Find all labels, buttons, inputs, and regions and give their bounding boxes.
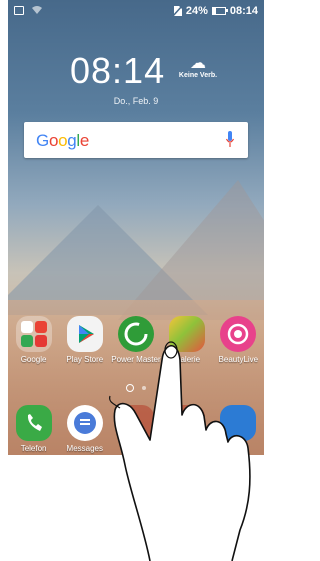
clock-widget-date: Do., Feb. 9 (113, 96, 159, 106)
app-phone[interactable]: Telefon (9, 405, 59, 453)
app-label: Telefon (20, 444, 47, 453)
messages-icon (66, 405, 103, 441)
app-label: Messages (66, 444, 104, 453)
weather-widget[interactable]: ☁ Keine Verb. (173, 55, 223, 80)
app-label: Play Store (66, 355, 104, 364)
google-logo: Google (36, 131, 90, 150)
weather-status: Keine Verb. (178, 72, 218, 79)
battery-percent: 24% (185, 5, 208, 17)
cloud-icon: ☁ (190, 55, 206, 72)
app-google-folder[interactable]: Google (9, 316, 59, 364)
wifi-icon (32, 6, 42, 14)
status-time: 08:14 (229, 5, 258, 17)
play-store-icon (66, 316, 103, 352)
clock-widget-time[interactable]: 08:14 (70, 50, 165, 92)
app-label: Google (20, 355, 47, 364)
battery-icon (211, 7, 228, 15)
status-bar: 24% 08:14 (8, 0, 264, 22)
wallpaper-mountain (118, 180, 264, 320)
microphone-icon[interactable] (226, 131, 234, 149)
pointing-hand-icon (109, 341, 251, 561)
phone-icon (15, 405, 52, 441)
no-sim-icon (172, 6, 182, 16)
image-notification-icon (14, 5, 24, 15)
google-folder-icon (15, 316, 52, 352)
google-search-bar[interactable]: Google (24, 122, 248, 158)
